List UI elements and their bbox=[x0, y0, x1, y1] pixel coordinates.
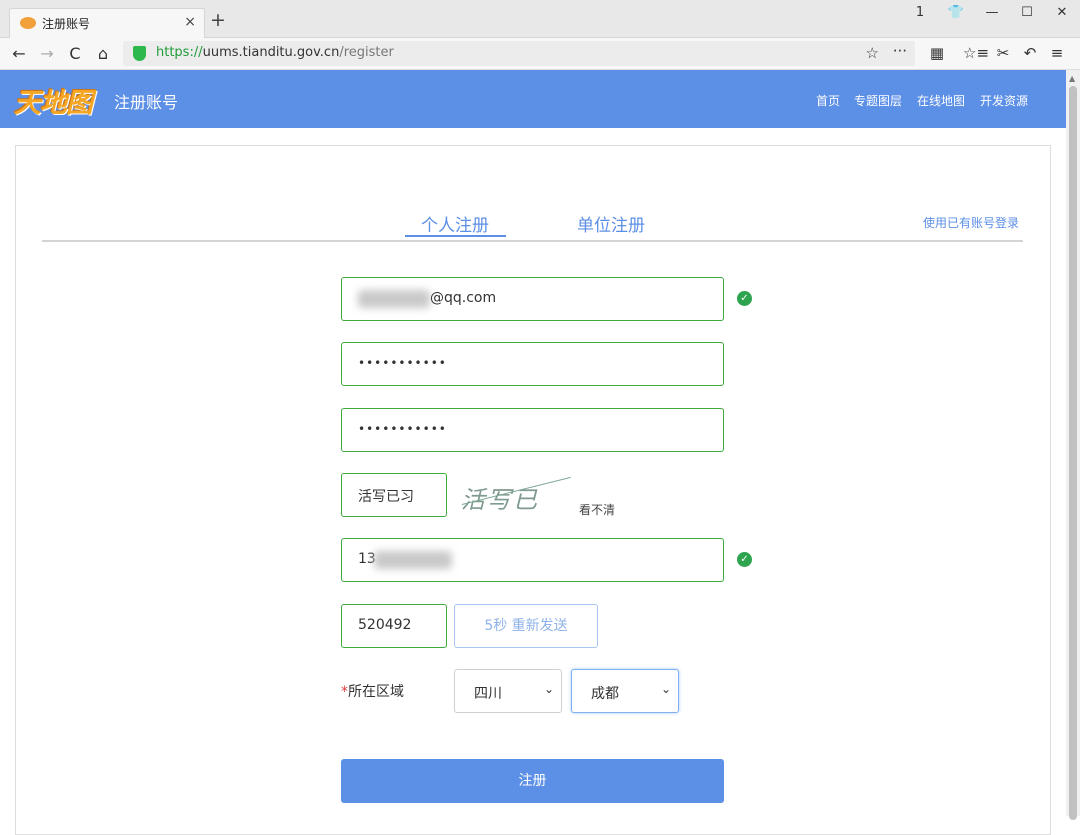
email-suffix: @qq.com bbox=[430, 290, 497, 306]
province-select[interactable]: 四川 ⌄ bbox=[454, 669, 562, 713]
captcha-image-text: 活写已 bbox=[461, 486, 539, 514]
scroll-thumb[interactable] bbox=[1069, 86, 1077, 820]
captcha-value: 活写已习 bbox=[358, 489, 414, 505]
email-valid-icon: ✓ bbox=[737, 291, 752, 306]
captcha-image[interactable]: 活写已 bbox=[458, 474, 574, 514]
maximize-button[interactable]: ☐ bbox=[1018, 5, 1036, 20]
favorites-icon[interactable]: ☆≡ bbox=[963, 44, 989, 62]
tab-count-icon[interactable]: 1 bbox=[911, 5, 929, 20]
back-icon[interactable]: ← bbox=[10, 44, 28, 63]
scroll-up-icon[interactable]: ▲ bbox=[1069, 74, 1075, 83]
tianditu-logo[interactable]: 天地图 bbox=[14, 81, 93, 120]
city-select[interactable]: 成都 ⌄ bbox=[571, 669, 679, 713]
tab-unit[interactable]: 单位注册 bbox=[577, 211, 645, 236]
tab-close-icon[interactable]: × bbox=[184, 14, 196, 30]
minimize-button[interactable]: — bbox=[983, 5, 1001, 20]
home-icon[interactable]: ⌂ bbox=[94, 44, 112, 63]
nav-home[interactable]: 首页 bbox=[816, 92, 840, 109]
email-field[interactable]: @qq.com bbox=[341, 277, 724, 321]
nav-online-map[interactable]: 在线地图 bbox=[917, 92, 965, 109]
captcha-refresh-link[interactable]: 看不清 bbox=[579, 501, 615, 518]
captcha-input[interactable]: 活写已习 bbox=[341, 473, 447, 517]
apps-grid-icon[interactable]: ▦ bbox=[927, 44, 947, 62]
province-value: 四川 bbox=[474, 686, 502, 702]
page-title: 注册账号 bbox=[114, 93, 179, 112]
confirm-password-value: ••••••••••• bbox=[358, 422, 447, 436]
close-window-button[interactable]: ✕ bbox=[1053, 5, 1071, 20]
chevron-down-icon: ⌄ bbox=[660, 682, 671, 696]
resend-code-button[interactable]: 5秒 重新发送 bbox=[454, 604, 598, 648]
email-redacted bbox=[358, 290, 430, 308]
sms-code-input[interactable]: 520492 bbox=[341, 604, 447, 648]
skin-icon[interactable]: 👕 bbox=[947, 5, 965, 20]
tab-personal[interactable]: 个人注册 bbox=[421, 211, 489, 236]
address-bar[interactable]: https://uums.tianditu.gov.cn/register ☆ … bbox=[123, 41, 915, 66]
new-tab-button[interactable]: + bbox=[210, 11, 226, 30]
url-text: https://uums.tianditu.gov.cn/register bbox=[156, 45, 394, 60]
password-field[interactable]: ••••••••••• bbox=[341, 342, 724, 386]
active-tab-indicator bbox=[405, 235, 506, 237]
undo-icon[interactable]: ↶ bbox=[1020, 44, 1040, 62]
site-header: 天地图 注册账号 首页 专题图层 在线地图 开发资源 bbox=[0, 70, 1066, 128]
more-icon[interactable]: ··· bbox=[893, 42, 907, 60]
nav-thematic-layers[interactable]: 专题图层 bbox=[854, 92, 902, 109]
reload-icon[interactable]: C bbox=[66, 44, 84, 63]
phone-field[interactable]: 13 bbox=[341, 538, 724, 582]
phone-valid-icon: ✓ bbox=[737, 552, 752, 567]
confirm-password-field[interactable]: ••••••••••• bbox=[341, 408, 724, 452]
secure-shield-icon bbox=[133, 46, 146, 61]
page-scrollbar[interactable]: ▲ bbox=[1066, 70, 1080, 820]
chevron-down-icon: ⌄ bbox=[543, 682, 554, 696]
menu-icon[interactable]: ≡ bbox=[1047, 44, 1067, 62]
region-label: *所在区域 bbox=[341, 684, 404, 700]
site-favicon-icon bbox=[20, 17, 36, 29]
bookmark-star-icon[interactable]: ☆ bbox=[866, 44, 879, 62]
tabs-divider bbox=[42, 240, 1023, 242]
phone-redacted bbox=[374, 551, 452, 569]
screenshot-scissors-icon[interactable]: ✂ bbox=[993, 44, 1013, 62]
browser-tab[interactable]: 注册账号 × bbox=[9, 8, 205, 38]
city-value: 成都 bbox=[591, 686, 619, 702]
browser-tabstrip: 注册账号 × + 1 👕 — ☐ ✕ bbox=[0, 0, 1080, 38]
tab-title: 注册账号 bbox=[42, 17, 91, 31]
register-submit-button[interactable]: 注册 bbox=[341, 759, 724, 803]
login-existing-link[interactable]: 使用已有账号登录 bbox=[923, 214, 1019, 231]
forward-icon[interactable]: → bbox=[38, 44, 56, 63]
password-value: ••••••••••• bbox=[358, 356, 447, 370]
sms-code-value: 520492 bbox=[358, 617, 412, 633]
browser-toolbar: ← → C ⌂ https://uums.tianditu.gov.cn/reg… bbox=[0, 38, 1080, 70]
nav-dev-resources[interactable]: 开发资源 bbox=[980, 92, 1028, 109]
